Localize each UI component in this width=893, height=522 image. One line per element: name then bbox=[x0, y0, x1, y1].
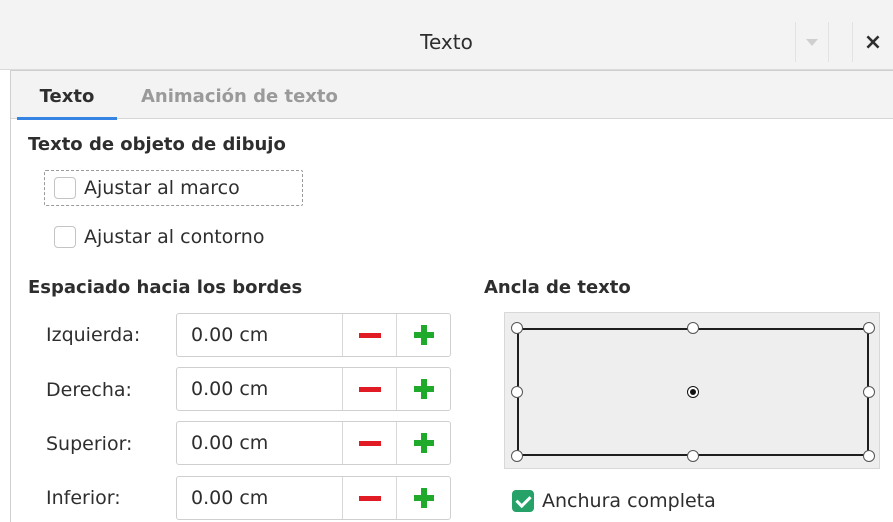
spacing-right-label: Derecha: bbox=[46, 379, 132, 401]
full-width-checkbox[interactable]: Anchura completa bbox=[512, 483, 716, 519]
plus-icon bbox=[413, 433, 434, 453]
plus-icon bbox=[413, 488, 434, 508]
fit-contour-box[interactable] bbox=[54, 226, 76, 248]
spacing-left-value[interactable]: 0.00 cm bbox=[177, 314, 342, 356]
tab-bar: Texto Animación de texto bbox=[11, 71, 893, 120]
fit-frame-checkbox[interactable]: Ajustar al marco bbox=[44, 170, 303, 206]
dialog-title: Texto bbox=[420, 30, 473, 54]
spacing-bottom-spinbox[interactable]: 0.00 cm bbox=[176, 476, 451, 520]
spacing-right-spinbox[interactable]: 0.00 cm bbox=[176, 367, 451, 411]
plus-icon bbox=[413, 325, 434, 345]
spacing-top-increment-button[interactable] bbox=[396, 422, 450, 464]
spacing-left-increment-button[interactable] bbox=[396, 314, 450, 356]
spacing-top-value[interactable]: 0.00 cm bbox=[177, 422, 342, 464]
tab-animacion-de-texto[interactable]: Animación de texto bbox=[141, 71, 338, 119]
plus-icon bbox=[413, 379, 434, 399]
spacing-left-decrement-button[interactable] bbox=[342, 314, 396, 356]
fit-frame-box[interactable] bbox=[54, 177, 76, 199]
checkmark-icon[interactable] bbox=[512, 490, 534, 512]
spacing-top-decrement-button[interactable] bbox=[342, 422, 396, 464]
minus-icon bbox=[358, 495, 381, 501]
tab-texto[interactable]: Texto bbox=[17, 71, 117, 120]
close-icon: × bbox=[863, 29, 883, 55]
spacing-bottom-increment-button[interactable] bbox=[396, 477, 450, 519]
minus-icon bbox=[358, 440, 381, 446]
spacing-top-spinbox[interactable]: 0.00 cm bbox=[176, 421, 451, 465]
anchor-center[interactable] bbox=[687, 386, 699, 398]
spacing-right-increment-button[interactable] bbox=[396, 368, 450, 410]
anchor-bottom-left[interactable] bbox=[511, 450, 523, 462]
anchor-middle-left[interactable] bbox=[511, 386, 523, 398]
anchor-top-left[interactable] bbox=[511, 322, 523, 334]
spacing-bottom-decrement-button[interactable] bbox=[342, 477, 396, 519]
spacing-heading: Espaciado hacia los bordes bbox=[28, 277, 303, 298]
anchor-top-right[interactable] bbox=[863, 322, 875, 334]
spacing-bottom-label: Inferior: bbox=[46, 487, 121, 509]
title-bar: Texto × bbox=[0, 0, 893, 70]
anchor-bottom-right[interactable] bbox=[863, 450, 875, 462]
spacing-left-spinbox[interactable]: 0.00 cm bbox=[176, 313, 451, 357]
anchor-top-center[interactable] bbox=[687, 322, 699, 334]
minus-icon bbox=[358, 332, 381, 338]
full-width-label: Anchura completa bbox=[542, 490, 716, 512]
menu-button[interactable] bbox=[795, 22, 829, 62]
close-button[interactable]: × bbox=[852, 22, 893, 62]
fit-contour-label: Ajustar al contorno bbox=[84, 226, 265, 248]
spacing-left-label: Izquierda: bbox=[46, 324, 141, 346]
spacing-right-value[interactable]: 0.00 cm bbox=[177, 368, 342, 410]
spacing-bottom-value[interactable]: 0.00 cm bbox=[177, 477, 342, 519]
fit-frame-label: Ajustar al marco bbox=[84, 177, 240, 199]
anchor-bottom-center[interactable] bbox=[687, 450, 699, 462]
drawing-text-heading: Texto de objeto de dibujo bbox=[28, 134, 286, 155]
chevron-down-icon bbox=[806, 38, 818, 46]
anchor-middle-right[interactable] bbox=[863, 386, 875, 398]
anchor-heading: Ancla de texto bbox=[484, 277, 631, 298]
spacing-right-decrement-button[interactable] bbox=[342, 368, 396, 410]
spacing-top-label: Superior: bbox=[46, 433, 133, 455]
fit-contour-checkbox[interactable]: Ajustar al contorno bbox=[54, 219, 264, 255]
minus-icon bbox=[358, 386, 381, 392]
